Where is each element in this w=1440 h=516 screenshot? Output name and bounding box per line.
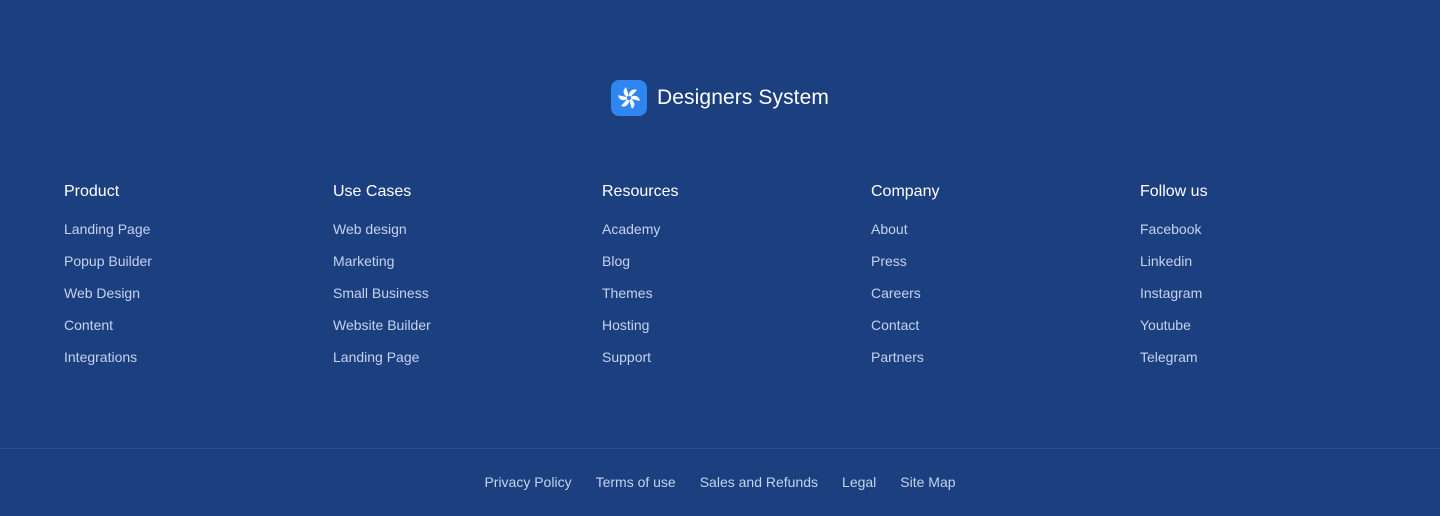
footer-divider	[0, 448, 1440, 449]
column-heading: Use Cases	[333, 183, 412, 200]
column-heading: Resources	[602, 183, 679, 200]
footer-link[interactable]: Themes	[602, 284, 871, 316]
link-list: Web design Marketing Small Business Webs…	[333, 220, 602, 380]
terms-of-use-link[interactable]: Terms of use	[596, 473, 676, 491]
footer-link[interactable]: Contact	[871, 316, 1140, 348]
footer-link[interactable]: Hosting	[602, 316, 871, 348]
footer-link[interactable]: Web Design	[64, 284, 333, 316]
legal-links: Privacy Policy Terms of use Sales and Re…	[0, 473, 1440, 491]
social-link-youtube[interactable]: Youtube	[1140, 316, 1409, 348]
footer-link[interactable]: Popup Builder	[64, 252, 333, 284]
footer-column-follow-us: Follow us Facebook Linkedin Instagram Yo…	[1140, 182, 1409, 380]
social-link-telegram[interactable]: Telegram	[1140, 348, 1409, 380]
footer-column-resources: Resources Academy Blog Themes Hosting Su…	[602, 182, 871, 380]
social-link-facebook[interactable]: Facebook	[1140, 220, 1409, 252]
brand[interactable]: Designers System	[0, 80, 1440, 116]
link-list: Landing Page Popup Builder Web Design Co…	[64, 220, 333, 380]
social-link-instagram[interactable]: Instagram	[1140, 284, 1409, 316]
footer-link[interactable]: Marketing	[333, 252, 602, 284]
site-footer: Designers System Product Landing Page Po…	[0, 0, 1440, 516]
pinwheel-logo-icon	[611, 80, 647, 116]
footer-link[interactable]: Content	[64, 316, 333, 348]
footer-link[interactable]: Integrations	[64, 348, 333, 380]
footer-link[interactable]: Landing Page	[333, 348, 602, 380]
privacy-policy-link[interactable]: Privacy Policy	[484, 473, 571, 491]
link-list: Facebook Linkedin Instagram Youtube Tele…	[1140, 220, 1409, 380]
footer-column-company: Company About Press Careers Contact Part…	[871, 182, 1140, 380]
footer-link[interactable]: Partners	[871, 348, 1140, 380]
sales-and-refunds-link[interactable]: Sales and Refunds	[700, 473, 818, 491]
footer-link[interactable]: Press	[871, 252, 1140, 284]
link-list: Academy Blog Themes Hosting Support	[602, 220, 871, 380]
column-heading: Company	[871, 183, 940, 200]
brand-name: Designers System	[657, 86, 829, 109]
footer-link[interactable]: Website Builder	[333, 316, 602, 348]
footer-column-product: Product Landing Page Popup Builder Web D…	[64, 182, 333, 380]
legal-link[interactable]: Legal	[842, 473, 876, 491]
footer-link[interactable]: Small Business	[333, 284, 602, 316]
site-map-link[interactable]: Site Map	[900, 473, 955, 491]
footer-link[interactable]: Careers	[871, 284, 1140, 316]
footer-link[interactable]: Web design	[333, 220, 602, 252]
footer-link[interactable]: About	[871, 220, 1140, 252]
footer-link-columns: Product Landing Page Popup Builder Web D…	[64, 182, 1409, 380]
footer-link[interactable]: Support	[602, 348, 871, 380]
footer-link[interactable]: Academy	[602, 220, 871, 252]
link-list: About Press Careers Contact Partners	[871, 220, 1140, 380]
footer-column-use-cases: Use Cases Web design Marketing Small Bus…	[333, 182, 602, 380]
social-link-linkedin[interactable]: Linkedin	[1140, 252, 1409, 284]
footer-link[interactable]: Blog	[602, 252, 871, 284]
footer-link[interactable]: Landing Page	[64, 220, 333, 252]
column-heading: Follow us	[1140, 183, 1208, 200]
column-heading: Product	[64, 183, 120, 200]
